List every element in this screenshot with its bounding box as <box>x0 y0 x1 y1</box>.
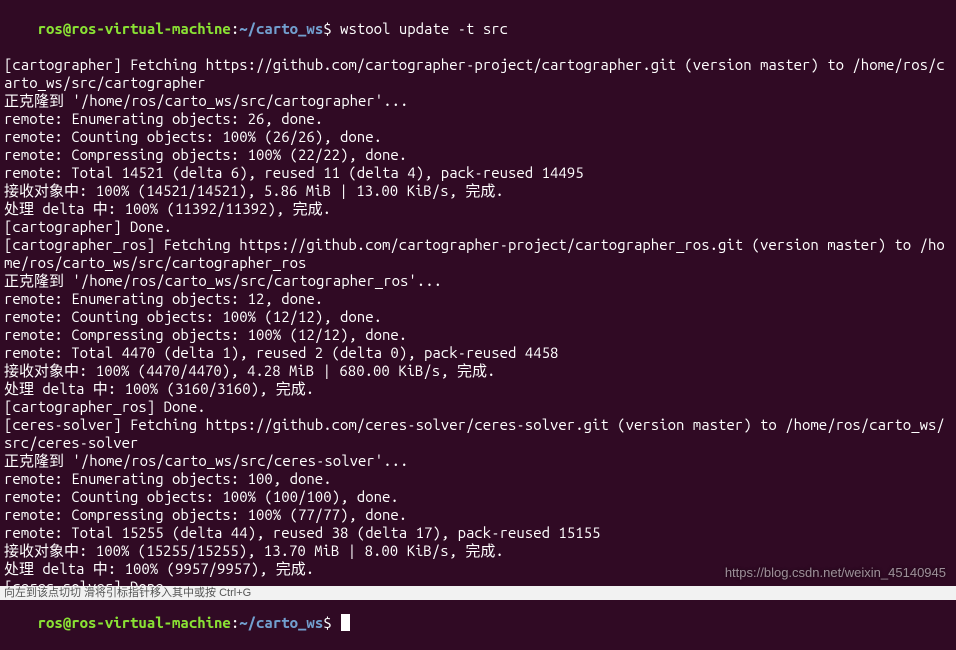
output-line: remote: Counting objects: 100% (100/100)… <box>4 488 952 506</box>
prompt-host: ros-virtual-machine <box>71 20 231 37</box>
prompt-dollar: $ <box>323 614 331 631</box>
output-line: remote: Enumerating objects: 100, done. <box>4 470 952 488</box>
output-line: 正克隆到 '/home/ros/carto_ws/src/cartographe… <box>4 92 952 110</box>
output-line: remote: Total 4470 (delta 1), reused 2 (… <box>4 344 952 362</box>
prompt-user: ros <box>38 614 63 631</box>
output-line: remote: Counting objects: 100% (26/26), … <box>4 128 952 146</box>
prompt-dollar: $ <box>323 20 331 37</box>
prompt-host: ros-virtual-machine <box>71 614 231 631</box>
output-line: 接收对象中: 100% (14521/14521), 5.86 MiB | 13… <box>4 182 952 200</box>
output-line: 正克隆到 '/home/ros/carto_ws/src/ceres-solve… <box>4 452 952 470</box>
prompt-user: ros <box>38 20 63 37</box>
output-line: remote: Enumerating objects: 12, done. <box>4 290 952 308</box>
prompt-line-2[interactable]: ros@ros-virtual-machine:~/carto_ws$ <box>4 596 952 650</box>
prompt-line-1: ros@ros-virtual-machine:~/carto_ws$ wsto… <box>4 2 952 56</box>
output-line: 处理 delta 中: 100% (3160/3160), 完成. <box>4 380 952 398</box>
output-line: remote: Compressing objects: 100% (12/12… <box>4 326 952 344</box>
output-line: [cartographer] Fetching https://github.c… <box>4 56 952 92</box>
output-line: remote: Total 15255 (delta 44), reused 3… <box>4 524 952 542</box>
output-line: remote: Compressing objects: 100% (22/22… <box>4 146 952 164</box>
prompt-at: @ <box>63 20 71 37</box>
output-line: 接收对象中: 100% (4470/4470), 4.28 MiB | 680.… <box>4 362 952 380</box>
output-line: 接收对象中: 100% (15255/15255), 13.70 MiB | 8… <box>4 542 952 560</box>
output-line: [cartographer_ros] Fetching https://gith… <box>4 236 952 272</box>
output-line: [cartographer] Done. <box>4 218 952 236</box>
output-line: 正克隆到 '/home/ros/carto_ws/src/cartographe… <box>4 272 952 290</box>
output-line: [cartographer_ros] Done. <box>4 398 952 416</box>
watermark-text: https://blog.csdn.net/weixin_45140945 <box>725 564 946 582</box>
prompt-at: @ <box>63 614 71 631</box>
terminal[interactable]: ros@ros-virtual-machine:~/carto_ws$ wsto… <box>4 2 952 650</box>
output-line: 处理 delta 中: 100% (11392/11392), 完成. <box>4 200 952 218</box>
cursor-icon <box>341 614 350 631</box>
prompt-colon: : <box>231 20 239 37</box>
output-line: remote: Compressing objects: 100% (77/77… <box>4 506 952 524</box>
command-text: wstool update -t src <box>332 20 508 37</box>
output-line: remote: Counting objects: 100% (12/12), … <box>4 308 952 326</box>
output-line: remote: Enumerating objects: 26, done. <box>4 110 952 128</box>
prompt-path: ~/carto_ws <box>239 20 323 37</box>
bottom-cut-bar: 向左到该点切切 滑将引标指针移入其中或按 Ctrl+G <box>0 586 956 600</box>
prompt-path: ~/carto_ws <box>239 614 323 631</box>
output-line: remote: Total 14521 (delta 6), reused 11… <box>4 164 952 182</box>
output-line: [ceres-solver] Fetching https://github.c… <box>4 416 952 452</box>
prompt-colon: : <box>231 614 239 631</box>
